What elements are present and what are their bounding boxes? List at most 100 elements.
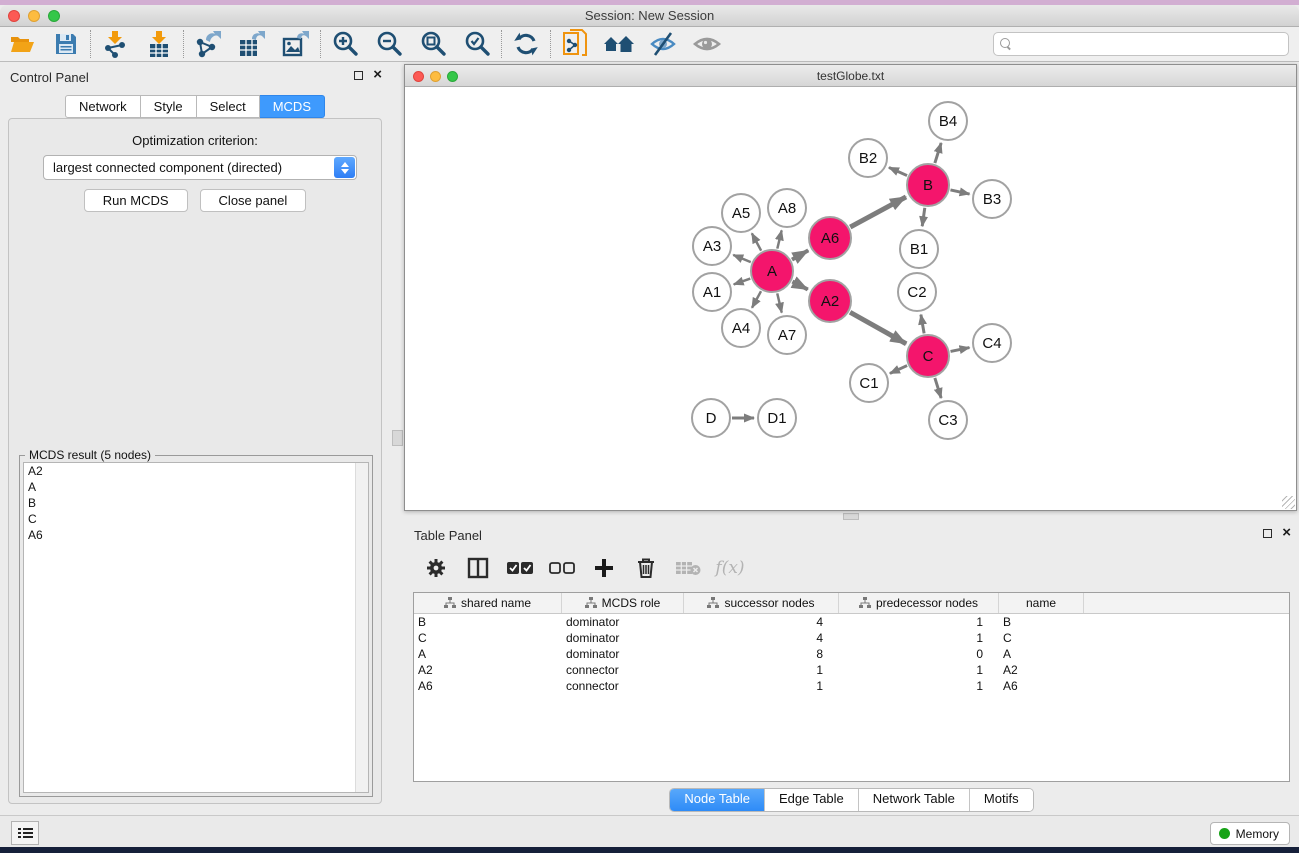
mcds-result-list[interactable]: A2ABCA6 <box>23 462 369 793</box>
edge-B-B2[interactable] <box>889 167 907 175</box>
add-column-button[interactable] <box>587 553 621 583</box>
mcds-result-item[interactable]: C <box>24 511 368 527</box>
edge-B-B1[interactable] <box>922 208 925 226</box>
tab-node-table[interactable]: Node Table <box>670 789 765 811</box>
edge-B-B4[interactable] <box>935 143 941 163</box>
edge-C-C2[interactable] <box>921 315 924 334</box>
edge-C-C3[interactable] <box>935 378 941 398</box>
horizontal-split-handle[interactable] <box>843 513 859 520</box>
split-view-button[interactable] <box>461 553 495 583</box>
network-canvas[interactable]: AA1A3A5A8A4A7A6A2BB2B4B3B1CC2C4C1C3DD1 <box>405 88 1296 510</box>
node-D1[interactable]: D1 <box>758 399 796 437</box>
node-A3[interactable]: A3 <box>693 227 731 265</box>
edge-A-A6[interactable] <box>792 250 808 259</box>
edge-C-C4[interactable] <box>951 348 970 352</box>
node-A[interactable]: A <box>751 250 793 292</box>
function-builder-button[interactable]: f(x) <box>713 553 747 583</box>
mcds-result-item[interactable]: A <box>24 479 368 495</box>
select-all-button[interactable] <box>503 553 537 583</box>
tab-select[interactable]: Select <box>197 95 260 118</box>
close-panel-button[interactable]: Close panel <box>200 189 307 212</box>
node-B3[interactable]: B3 <box>973 180 1011 218</box>
close-traffic-light[interactable] <box>413 71 424 82</box>
edge-A-A5[interactable] <box>752 233 761 250</box>
edge-B-B3[interactable] <box>950 190 969 194</box>
node-A6[interactable]: A6 <box>809 217 851 259</box>
open-session-button[interactable] <box>0 28 44 60</box>
node-A1[interactable]: A1 <box>693 273 731 311</box>
node-A2[interactable]: A2 <box>809 280 851 322</box>
criterion-dropdown[interactable]: largest connected component (directed) <box>43 155 357 180</box>
zoom-traffic-light[interactable] <box>447 71 458 82</box>
table-row[interactable]: Cdominator41C <box>414 630 1289 646</box>
mcds-result-item[interactable]: A6 <box>24 527 368 543</box>
float-panel-icon[interactable] <box>1263 529 1272 538</box>
refresh-button[interactable] <box>504 28 548 60</box>
node-table[interactable]: shared nameMCDS rolesuccessor nodesprede… <box>413 592 1290 782</box>
tab-style[interactable]: Style <box>141 95 197 118</box>
home-button[interactable] <box>597 28 641 60</box>
node-C4[interactable]: C4 <box>973 324 1011 362</box>
delete-button[interactable] <box>629 553 663 583</box>
tab-mcds[interactable]: MCDS <box>260 95 325 118</box>
node-A8[interactable]: A8 <box>768 189 806 227</box>
close-panel-icon[interactable]: × <box>1282 528 1291 538</box>
column-header-MCDS-role[interactable]: MCDS role <box>562 593 684 613</box>
edge-A-A8[interactable] <box>777 230 781 248</box>
node-B1[interactable]: B1 <box>900 230 938 268</box>
zoom-in-button[interactable] <box>323 28 367 60</box>
tab-edge-table[interactable]: Edge Table <box>765 789 859 811</box>
node-C2[interactable]: C2 <box>898 273 936 311</box>
float-panel-icon[interactable] <box>354 71 363 80</box>
search-input[interactable] <box>1012 34 1288 54</box>
tab-network[interactable]: Network <box>65 95 141 118</box>
zoom-selected-button[interactable] <box>455 28 499 60</box>
mcds-result-item[interactable]: B <box>24 495 368 511</box>
edge-A-A2[interactable] <box>792 282 807 290</box>
import-table-button[interactable] <box>137 28 181 60</box>
close-panel-icon[interactable]: × <box>373 70 382 80</box>
zoom-out-button[interactable] <box>367 28 411 60</box>
scrollbar[interactable] <box>355 463 368 792</box>
edge-A-A1[interactable] <box>734 279 751 285</box>
vertical-split-handle[interactable] <box>392 430 403 446</box>
export-network-button[interactable] <box>186 28 230 60</box>
node-D[interactable]: D <box>692 399 730 437</box>
node-C1[interactable]: C1 <box>850 364 888 402</box>
column-header-name[interactable]: name <box>999 593 1084 613</box>
zoom-traffic-light[interactable] <box>48 10 60 22</box>
node-C[interactable]: C <box>907 335 949 377</box>
export-table-button[interactable] <box>230 28 274 60</box>
search-field[interactable] <box>993 32 1289 56</box>
task-history-button[interactable] <box>11 821 39 845</box>
node-B4[interactable]: B4 <box>929 102 967 140</box>
column-header-successor-nodes[interactable]: successor nodes <box>684 593 839 613</box>
network-file-button[interactable] <box>553 28 597 60</box>
show-eye-button[interactable] <box>685 28 729 60</box>
run-mcds-button[interactable]: Run MCDS <box>84 189 188 212</box>
close-traffic-light[interactable] <box>8 10 20 22</box>
mcds-result-item[interactable]: A2 <box>24 463 368 479</box>
edge-A2-C[interactable] <box>850 312 906 344</box>
table-row[interactable]: A6connector11A6 <box>414 678 1289 694</box>
minimize-traffic-light[interactable] <box>28 10 40 22</box>
node-B[interactable]: B <box>907 164 949 206</box>
edge-A6-B[interactable] <box>850 197 906 227</box>
minimize-traffic-light[interactable] <box>430 71 441 82</box>
network-window-titlebar[interactable]: testGlobe.txt <box>405 65 1296 87</box>
table-row[interactable]: Adominator80A <box>414 646 1289 662</box>
node-B2[interactable]: B2 <box>849 139 887 177</box>
edge-A-A3[interactable] <box>733 255 751 262</box>
delete-table-button[interactable] <box>671 553 705 583</box>
node-A7[interactable]: A7 <box>768 316 806 354</box>
node-C3[interactable]: C3 <box>929 401 967 439</box>
edge-A-A7[interactable] <box>777 293 782 312</box>
unselect-all-button[interactable] <box>545 553 579 583</box>
column-header-predecessor-nodes[interactable]: predecessor nodes <box>839 593 999 613</box>
memory-button[interactable]: Memory <box>1210 822 1290 845</box>
node-A5[interactable]: A5 <box>722 194 760 232</box>
gear-button[interactable] <box>419 553 453 583</box>
edge-A-A4[interactable] <box>752 291 761 308</box>
table-row[interactable]: A2connector11A2 <box>414 662 1289 678</box>
table-row[interactable]: Bdominator41B <box>414 614 1289 630</box>
